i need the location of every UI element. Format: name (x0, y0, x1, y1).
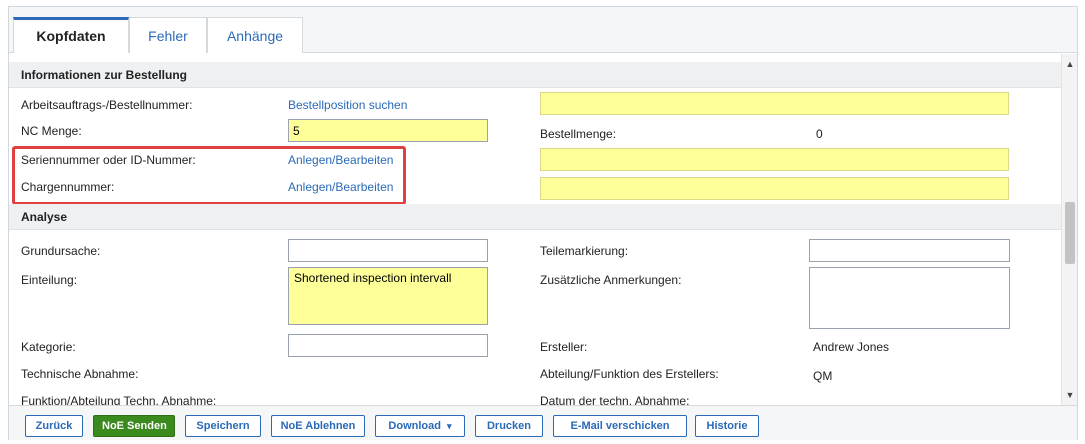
creator-value: Andrew Jones (813, 340, 890, 354)
batch-number-edit-link[interactable]: Anlegen/Bearbeiten (288, 180, 393, 194)
send-email-button[interactable]: E-Mail verschicken (553, 415, 687, 437)
root-cause-input[interactable] (288, 239, 488, 262)
batch-number-field[interactable] (540, 177, 1009, 200)
tab-kopfdaten[interactable]: Kopfdaten (13, 17, 129, 53)
section-header-order-info: Informationen zur Bestellung (9, 62, 1061, 88)
reject-noe-button[interactable]: NoE Ablehnen (271, 415, 365, 437)
nc-quantity-input[interactable] (288, 119, 488, 142)
category-input[interactable] (288, 334, 488, 357)
search-order-position-link[interactable]: Bestellposition suchen (288, 98, 407, 112)
send-noe-button[interactable]: NoE Senden (93, 415, 175, 437)
back-button[interactable]: Zurück (25, 415, 83, 437)
scroll-thumb[interactable] (1065, 202, 1075, 264)
section-header-analysis: Analyse (9, 204, 1061, 230)
tab-anhaenge[interactable]: Anhänge (207, 17, 303, 53)
form-panel: Kopfdaten Fehler Anhänge Informationen z… (8, 6, 1078, 440)
classification-label: Einteilung: (21, 273, 78, 287)
creator-label: Ersteller: (540, 340, 588, 354)
order-number-field[interactable] (540, 92, 1009, 115)
download-button[interactable]: Download ▾ (375, 415, 465, 437)
serial-number-field[interactable] (540, 148, 1009, 171)
additional-notes-label: Zusätzliche Anmerkungen: (540, 273, 682, 287)
scroll-down-icon[interactable]: ▼ (1062, 387, 1078, 403)
button-bar: Zurück NoE Senden Speichern NoE Ablehnen… (9, 405, 1077, 440)
additional-notes-textarea[interactable] (809, 267, 1010, 329)
chevron-down-icon: ▾ (447, 421, 452, 431)
scroll-up-icon[interactable]: ▲ (1062, 56, 1078, 72)
serial-number-edit-link[interactable]: Anlegen/Bearbeiten (288, 153, 393, 167)
order-number-label: Arbeitsauftrags-/Bestellnummer: (21, 98, 193, 112)
part-marking-input[interactable] (809, 239, 1010, 262)
order-quantity-value: 0 (816, 127, 823, 141)
order-quantity-label: Bestellmenge: (540, 127, 617, 141)
creator-department-value: QM (813, 369, 833, 383)
tab-fehler[interactable]: Fehler (129, 17, 207, 53)
batch-number-label: Chargennummer: (21, 180, 115, 194)
save-button[interactable]: Speichern (185, 415, 261, 437)
nc-quantity-label: NC Menge: (21, 124, 82, 138)
vertical-scrollbar[interactable]: ▲ ▼ (1061, 54, 1077, 405)
serial-number-label: Seriennummer oder ID-Nummer: (21, 153, 196, 167)
tech-approval-date-label: Datum der techn. Abnahme: (540, 394, 690, 405)
root-cause-label: Grundursache: (21, 244, 101, 258)
tech-approval-label: Technische Abnahme: (21, 367, 139, 381)
category-label: Kategorie: (21, 340, 76, 354)
tab-bar: Kopfdaten Fehler Anhänge (9, 7, 1077, 53)
creator-department-label: Abteilung/Funktion des Erstellers: (540, 367, 719, 381)
print-button[interactable]: Drucken (475, 415, 543, 437)
download-label: Download (388, 420, 441, 432)
history-button[interactable]: Historie (695, 415, 759, 437)
tech-approval-department-label: Funktion/Abteilung Techn. Abnahme: (21, 394, 217, 405)
classification-textarea[interactable]: Shortened inspection intervall (288, 267, 488, 325)
form-content: Informationen zur Bestellung Arbeitsauft… (9, 54, 1061, 405)
part-marking-label: Teilemarkierung: (540, 244, 629, 258)
